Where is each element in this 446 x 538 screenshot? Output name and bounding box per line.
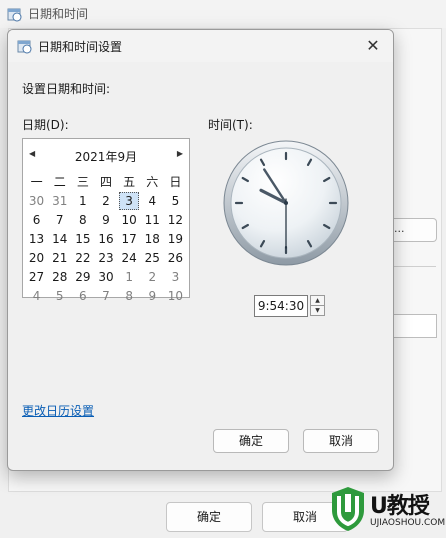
calendar-day[interactable]: 7 — [48, 210, 71, 229]
calendar-day[interactable]: 4 — [141, 191, 164, 210]
next-month-icon[interactable]: ▶ — [177, 149, 183, 158]
date-label: 日期(D): — [22, 118, 69, 132]
parent-ok-button[interactable]: 确定 — [166, 502, 252, 532]
weekday-header: 四 — [99, 175, 112, 189]
date-time-icon — [17, 40, 32, 54]
calendar-day[interactable]: 17 — [118, 229, 141, 248]
shield-logo-icon — [332, 487, 364, 531]
calendar-day[interactable]: 8 — [71, 210, 94, 229]
calendar-day[interactable]: 28 — [48, 267, 71, 286]
clock-center — [284, 201, 288, 205]
calendar-day[interactable]: 15 — [71, 229, 94, 248]
calendar-day[interactable]: 30 — [94, 267, 117, 286]
calendar-day[interactable]: 9 — [141, 286, 164, 305]
dialog-titlebar: 日期和时间设置 ✕ — [8, 30, 393, 62]
calendar-day[interactable]: 13 — [25, 229, 48, 248]
close-icon[interactable]: ✕ — [359, 34, 387, 58]
calendar-day[interactable]: 30 — [25, 191, 48, 210]
weekday-header: 日 — [169, 175, 182, 189]
calendar-day[interactable]: 5 — [48, 286, 71, 305]
calendar-day[interactable]: 22 — [71, 248, 94, 267]
calendar-day[interactable]: 2 — [94, 191, 117, 210]
weekday-header: 五 — [123, 175, 136, 189]
date-time-icon — [7, 8, 22, 22]
calendar-day[interactable]: 25 — [141, 248, 164, 267]
calendar-day[interactable]: 10 — [164, 286, 187, 305]
calendar-day[interactable]: 23 — [94, 248, 117, 267]
parent-title: 日期和时间 — [28, 7, 89, 21]
time-down-icon[interactable]: ▼ — [310, 305, 325, 316]
dialog-heading: 设置日期和时间: — [22, 82, 111, 96]
watermark-brand: U教授 — [370, 494, 430, 519]
calendar-day[interactable]: 19 — [164, 229, 187, 248]
parent-field[interactable] — [392, 314, 437, 338]
calendar-day[interactable]: 26 — [164, 248, 187, 267]
calendar-day[interactable]: 10 — [118, 210, 141, 229]
change-calendar-settings-link[interactable]: 更改日历设置 — [22, 402, 94, 419]
weekday-header: 一 — [30, 175, 43, 189]
calendar-day[interactable]: 16 — [94, 229, 117, 248]
watermark-url: UJIAOSHOU.COM — [370, 518, 446, 528]
calendar-day[interactable]: 6 — [71, 286, 94, 305]
calendar-day[interactable]: 4 — [25, 286, 48, 305]
calendar-day[interactable]: 18 — [141, 229, 164, 248]
calendar-day[interactable]: 6 — [25, 210, 48, 229]
time-input[interactable]: 9:54:30 — [254, 295, 308, 317]
calendar-day-selected[interactable]: 3 — [118, 191, 141, 210]
calendar-day[interactable]: 5 — [164, 191, 187, 210]
time-label: 时间(T): — [208, 118, 253, 132]
calendar-day[interactable]: 24 — [118, 248, 141, 267]
dialog-title: 日期和时间设置 — [38, 40, 123, 54]
calendar-day[interactable]: 3 — [164, 267, 187, 286]
calendar-day[interactable]: 1 — [71, 191, 94, 210]
weekday-header: 三 — [76, 175, 89, 189]
calendar-day[interactable]: 27 — [25, 267, 48, 286]
calendar-month-label[interactable]: 2021年9月 — [23, 148, 189, 165]
watermark: U教授 UJIAOSHOU.COM — [326, 484, 446, 538]
calendar-day[interactable]: 7 — [94, 286, 117, 305]
weekday-header: 二 — [53, 175, 66, 189]
calendar-day[interactable]: 2 — [141, 267, 164, 286]
calendar-day[interactable]: 31 — [48, 191, 71, 210]
date-time-settings-dialog: 日期和时间设置 ✕ 设置日期和时间: 日期(D): 时间(T): ◀ 2021年… — [7, 29, 394, 471]
ok-button[interactable]: 确定 — [213, 429, 289, 453]
change-date-time-button[interactable]: ... — [392, 218, 437, 242]
calendar-day[interactable]: 14 — [48, 229, 71, 248]
weekday-header: 六 — [146, 175, 159, 189]
parent-titlebar: 日期和时间 — [0, 0, 446, 28]
calendar-day[interactable]: 12 — [164, 210, 187, 229]
cancel-button[interactable]: 取消 — [303, 429, 379, 453]
calendar-day[interactable]: 21 — [48, 248, 71, 267]
calendar: ◀ 2021年9月 ▶ 一 二 三 四 五 六 日 30 31 1 2 3 4 … — [22, 138, 190, 303]
calendar-day[interactable]: 8 — [118, 286, 141, 305]
calendar-grid: 一 二 三 四 五 六 日 30 31 1 2 3 4 5 6 7 8 9 10… — [25, 172, 187, 305]
divider — [392, 266, 436, 267]
calendar-day[interactable]: 1 — [118, 267, 141, 286]
calendar-day[interactable]: 9 — [94, 210, 117, 229]
calendar-day[interactable]: 29 — [71, 267, 94, 286]
calendar-day[interactable]: 20 — [25, 248, 48, 267]
analog-clock — [223, 140, 349, 266]
calendar-day[interactable]: 11 — [141, 210, 164, 229]
